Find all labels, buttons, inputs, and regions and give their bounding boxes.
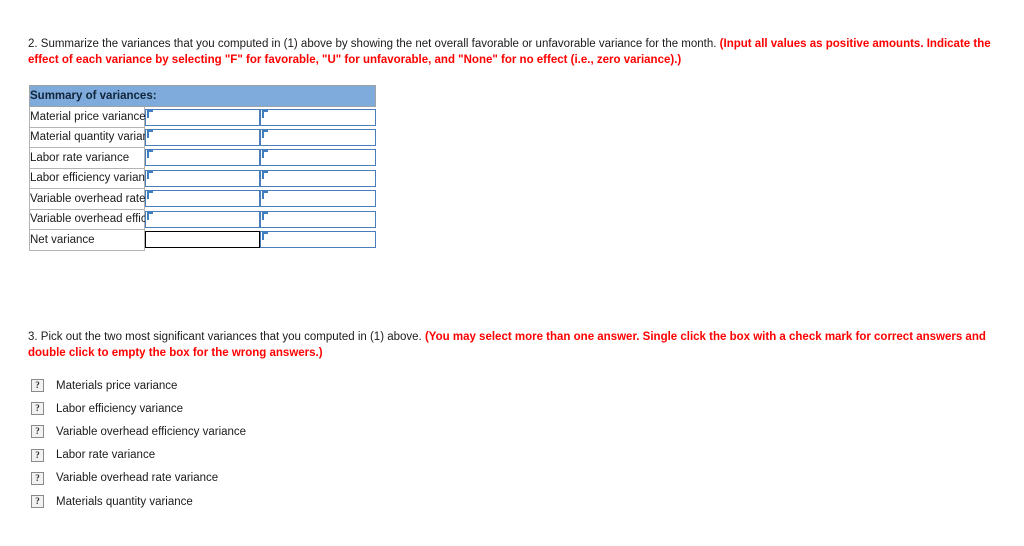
row-label-labor-rate-variance: Labor rate variance <box>28 147 146 169</box>
list-item[interactable]: ? Materials price variance <box>31 374 531 397</box>
amount-cell-labor-rate-variance[interactable] <box>145 148 261 169</box>
cell-caret-icon <box>262 150 269 159</box>
table-row: Variable overhead efficiency variance <box>28 209 376 230</box>
summary-table-header-label: Summary of variances: <box>29 85 376 107</box>
effect-cell-labor-efficiency-variance[interactable] <box>260 168 376 189</box>
placeholder-question-glyph: ? <box>35 496 40 507</box>
effect-input-labor-rate-variance[interactable] <box>260 149 376 167</box>
choice-label-variable-overhead-rate-variance: Variable overhead rate variance <box>56 472 219 485</box>
table-row: Net variance <box>28 229 376 251</box>
effect-input-material-quantity-variance[interactable] <box>260 128 376 146</box>
cell-caret-icon <box>147 129 154 138</box>
amount-cell-material-quantity-variance[interactable] <box>145 127 261 148</box>
list-item[interactable]: ? Materials quantity variance <box>31 490 531 513</box>
table-row: Material quantity variance <box>28 127 376 148</box>
row-label-variable-overhead-rate-variance: Variable overhead rate variance <box>28 188 192 210</box>
amount-cell-material-price-variance[interactable] <box>145 107 261 128</box>
summary-table-body: Summary of variances: Material price var… <box>28 85 376 251</box>
cell-caret-icon <box>262 129 269 138</box>
cell-caret-icon <box>147 150 154 159</box>
amount-input-labor-rate-variance[interactable] <box>145 149 261 167</box>
broken-image-placeholder-icon[interactable]: ? <box>31 448 44 462</box>
amount-input-net-variance[interactable] <box>145 231 261 249</box>
list-item[interactable]: ? Labor rate variance <box>31 444 531 467</box>
table-row: Labor rate variance <box>28 147 376 169</box>
list-item[interactable]: ? Labor efficiency variance <box>31 397 531 420</box>
choice-label-labor-efficiency-variance: Labor efficiency variance <box>56 402 183 415</box>
row-label-labor-efficiency-variance: Labor efficiency variance <box>28 168 157 189</box>
question-3-block: 3. Pick out the two most significant var… <box>28 330 1024 361</box>
row-label-variable-overhead-efficiency-variance: Variable overhead efficiency variance <box>28 209 220 230</box>
amount-cell-net-variance[interactable] <box>145 230 261 251</box>
placeholder-question-glyph: ? <box>35 380 40 391</box>
cell-caret-icon <box>262 232 269 241</box>
effect-input-net-variance[interactable] <box>260 231 376 249</box>
broken-image-placeholder-icon[interactable]: ? <box>31 379 44 393</box>
choice-label-materials-quantity-variance: Materials quantity variance <box>56 495 193 508</box>
effect-cell-net-variance[interactable] <box>260 230 376 251</box>
cell-caret-icon <box>262 191 269 200</box>
question-2-text: 2. Summarize the variances that you comp… <box>28 38 720 50</box>
summary-of-variances-table: Summary of variances: Material price var… <box>28 85 376 251</box>
placeholder-question-glyph: ? <box>35 472 40 483</box>
placeholder-question-glyph: ? <box>35 449 40 460</box>
amount-input-material-quantity-variance[interactable] <box>145 128 261 146</box>
list-item[interactable]: ? Variable overhead rate variance <box>31 467 531 490</box>
choice-label-materials-price-variance: Materials price variance <box>56 379 178 392</box>
cell-caret-icon <box>147 109 154 118</box>
effect-cell-material-quantity-variance[interactable] <box>260 127 376 148</box>
choice-label-labor-rate-variance: Labor rate variance <box>56 449 156 462</box>
cell-caret-icon <box>147 170 154 179</box>
amount-input-labor-efficiency-variance[interactable] <box>145 169 261 187</box>
choice-label-variable-overhead-efficiency-variance: Variable overhead efficiency variance <box>56 425 247 438</box>
broken-image-placeholder-icon[interactable]: ? <box>31 471 44 485</box>
cell-caret-icon <box>147 211 154 220</box>
effect-input-variable-overhead-efficiency-variance[interactable] <box>260 210 376 228</box>
effect-cell-material-price-variance[interactable] <box>260 107 376 128</box>
effect-input-variable-overhead-rate-variance[interactable] <box>260 190 376 208</box>
broken-image-placeholder-icon[interactable]: ? <box>31 495 44 509</box>
effect-input-labor-efficiency-variance[interactable] <box>260 169 376 187</box>
cell-caret-icon <box>262 211 269 220</box>
table-row: Material price variance <box>28 106 376 128</box>
row-label-material-price-variance: Material price variance <box>28 106 146 128</box>
list-item[interactable]: ? Variable overhead efficiency variance <box>31 420 531 443</box>
question-2-block: 2. Summarize the variances that you comp… <box>28 37 1024 68</box>
placeholder-question-glyph: ? <box>35 426 40 437</box>
amount-input-variable-overhead-efficiency-variance[interactable] <box>145 210 261 228</box>
amount-input-material-price-variance[interactable] <box>145 108 261 126</box>
cell-caret-icon <box>147 191 154 200</box>
summary-table-header-row: Summary of variances: <box>29 85 376 107</box>
cell-caret-icon <box>262 109 269 118</box>
row-label-net-variance: Net variance <box>28 229 146 251</box>
amount-cell-labor-efficiency-variance[interactable] <box>145 168 261 189</box>
broken-image-placeholder-icon[interactable]: ? <box>31 425 44 439</box>
broken-image-placeholder-icon[interactable]: ? <box>31 402 44 416</box>
amount-cell-variable-overhead-efficiency-variance[interactable] <box>145 209 261 230</box>
effect-input-material-price-variance[interactable] <box>260 108 376 126</box>
effect-cell-variable-overhead-rate-variance[interactable] <box>260 189 376 210</box>
placeholder-question-glyph: ? <box>35 403 40 414</box>
table-row: Labor efficiency variance <box>28 168 376 189</box>
amount-cell-variable-overhead-rate-variance[interactable] <box>145 189 261 210</box>
table-row: Variable overhead rate variance <box>28 188 376 210</box>
variance-choice-list: ? Materials price variance ? Labor effic… <box>31 374 531 513</box>
effect-cell-variable-overhead-efficiency-variance[interactable] <box>260 209 376 230</box>
row-label-material-quantity-variance: Material quantity variance <box>28 127 161 148</box>
question-3-text: 3. Pick out the two most significant var… <box>28 331 425 343</box>
cell-caret-icon <box>262 170 269 179</box>
effect-cell-labor-rate-variance[interactable] <box>260 148 376 169</box>
amount-input-variable-overhead-rate-variance[interactable] <box>145 190 261 208</box>
